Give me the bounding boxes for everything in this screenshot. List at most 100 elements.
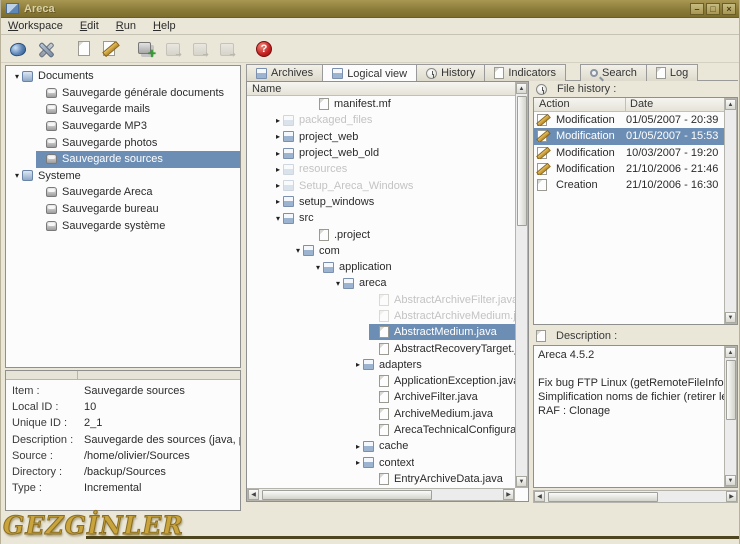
menu-item-edit[interactable]: Edit bbox=[80, 20, 99, 32]
tree-node[interactable]: Sauvegarde bureau bbox=[6, 201, 240, 218]
vscroll-thumb[interactable] bbox=[517, 96, 527, 226]
clock-icon bbox=[536, 83, 547, 95]
scroll-down-icon[interactable]: ▼ bbox=[725, 312, 736, 323]
tree-node[interactable]: ▾ Systeme bbox=[6, 168, 240, 185]
menu-item-help[interactable]: Help bbox=[153, 20, 176, 32]
tree-node[interactable]: .project bbox=[247, 226, 516, 242]
tab-search[interactable]: Search bbox=[580, 64, 647, 81]
scroll-up-icon[interactable]: ▲ bbox=[725, 347, 736, 358]
tab-indicators[interactable]: Indicators bbox=[485, 64, 567, 81]
chevron-right-icon[interactable]: ▸ bbox=[353, 442, 363, 451]
tree-node[interactable]: ArchiveMedium.java bbox=[247, 406, 516, 422]
tree-node[interactable]: Sauvegarde sources bbox=[6, 150, 240, 168]
maximize-button[interactable]: □ bbox=[706, 2, 720, 15]
tree-node[interactable]: ▾ application bbox=[247, 259, 516, 275]
name-column-label: Name bbox=[252, 82, 282, 95]
tree-node[interactable]: ▸ cache bbox=[247, 438, 516, 454]
file-tree-vscrollbar[interactable]: ▲ ▼ bbox=[515, 82, 528, 488]
file-history-row[interactable]: Modification 01/05/2007 - 15:53 bbox=[534, 128, 724, 145]
scroll-up-icon[interactable]: ▲ bbox=[725, 99, 736, 110]
chevron-down-icon[interactable]: ▾ bbox=[12, 171, 22, 180]
chevron-right-icon[interactable]: ▸ bbox=[273, 197, 283, 206]
description-text[interactable]: Areca 4.5.2 Fix bug FTP Linux (getRemote… bbox=[534, 346, 724, 487]
recover-button bbox=[160, 37, 186, 61]
chevron-down-icon[interactable]: ▾ bbox=[313, 263, 323, 272]
history-vscrollbar[interactable]: ▲ ▼ bbox=[724, 98, 737, 324]
scroll-right-icon[interactable]: ▶ bbox=[503, 489, 514, 500]
file-history-row[interactable]: Creation 21/10/2006 - 16:30 bbox=[534, 177, 724, 193]
action-column-header[interactable]: Action bbox=[534, 98, 626, 111]
hscroll-thumb[interactable] bbox=[548, 492, 658, 502]
hscroll-thumb[interactable] bbox=[262, 490, 432, 500]
open-workspace-button[interactable] bbox=[5, 37, 31, 61]
chevron-right-icon[interactable]: ▸ bbox=[273, 116, 283, 125]
chevron-down-icon[interactable]: ▾ bbox=[333, 279, 343, 288]
file-history-row[interactable]: Modification 01/05/2007 - 20:39 bbox=[534, 112, 724, 128]
date-column-header[interactable]: Date bbox=[626, 98, 653, 111]
file-tree-hscrollbar[interactable]: ◀ ▶ bbox=[247, 488, 515, 501]
tree-node[interactable]: ▸ project_web_old bbox=[247, 145, 516, 161]
scroll-up-icon[interactable]: ▲ bbox=[516, 83, 527, 94]
close-button[interactable]: × bbox=[722, 2, 736, 15]
title-bar[interactable]: Areca – □ × bbox=[1, 0, 739, 18]
name-column-header[interactable]: Name bbox=[247, 82, 515, 96]
tab-logical-view[interactable]: Logical view bbox=[323, 64, 418, 82]
scroll-left-icon[interactable]: ◀ bbox=[248, 489, 259, 500]
tree-node[interactable]: ▸ resources bbox=[247, 161, 516, 177]
edit-target-button[interactable] bbox=[96, 37, 122, 61]
chevron-down-icon[interactable]: ▾ bbox=[12, 72, 22, 81]
tree-node[interactable]: ▸ packaged_files bbox=[247, 112, 516, 128]
tree-node[interactable]: ▸ adapters bbox=[247, 357, 516, 373]
chevron-right-icon[interactable]: ▸ bbox=[353, 360, 363, 369]
scroll-down-icon[interactable]: ▼ bbox=[725, 475, 736, 486]
preferences-button[interactable] bbox=[32, 37, 58, 61]
file-history-row[interactable]: Modification 21/10/2006 - 21:46 bbox=[534, 161, 724, 177]
new-target-button[interactable] bbox=[69, 37, 95, 61]
scroll-left-icon[interactable]: ◀ bbox=[534, 491, 545, 502]
menu-item-workspace[interactable]: Workspace bbox=[8, 20, 63, 32]
menu-item-run[interactable]: Run bbox=[116, 20, 136, 32]
tree-node[interactable]: Sauvegarde mails bbox=[6, 101, 240, 118]
tree-node[interactable]: ▾ com bbox=[247, 243, 516, 259]
tree-node[interactable]: Sauvegarde MP3 bbox=[6, 118, 240, 135]
tree-node[interactable]: AbstractArchiveFilter.java bbox=[247, 292, 516, 308]
tree-node[interactable]: ▸ Setup_Areca_Windows bbox=[247, 177, 516, 193]
vscroll-thumb[interactable] bbox=[726, 360, 736, 420]
help-button[interactable]: ? bbox=[251, 37, 277, 61]
tree-node[interactable]: ▸ setup_windows bbox=[247, 194, 516, 210]
tree-node[interactable]: manifest.mf bbox=[247, 96, 516, 112]
tree-node[interactable]: ArchiveFilter.java bbox=[247, 389, 516, 405]
tree-node[interactable]: Sauvegarde Areca bbox=[6, 184, 240, 201]
chevron-right-icon[interactable]: ▸ bbox=[273, 165, 283, 174]
description-hscrollbar[interactable]: ◀ ▶ bbox=[533, 490, 738, 503]
tree-node[interactable]: ▸ project_web bbox=[247, 129, 516, 145]
description-vscrollbar[interactable]: ▲ ▼ bbox=[724, 346, 737, 487]
file-history-row[interactable]: Modification 10/03/2007 - 19:20 bbox=[534, 145, 724, 161]
tree-node[interactable]: ▾ src bbox=[247, 210, 516, 226]
chevron-down-icon[interactable]: ▾ bbox=[273, 214, 283, 223]
chevron-right-icon[interactable]: ▸ bbox=[273, 132, 283, 141]
chevron-right-icon[interactable]: ▸ bbox=[353, 458, 363, 467]
minimize-button[interactable]: – bbox=[690, 2, 704, 15]
chevron-right-icon[interactable]: ▸ bbox=[273, 181, 283, 190]
chevron-right-icon[interactable]: ▸ bbox=[273, 149, 283, 158]
tree-node[interactable]: ▸ context bbox=[247, 455, 516, 471]
scroll-down-icon[interactable]: ▼ bbox=[516, 476, 527, 487]
tree-node[interactable]: Sauvegarde générale documents bbox=[6, 85, 240, 102]
tree-node[interactable]: EntryArchiveData.java bbox=[247, 471, 516, 487]
tree-node[interactable]: AbstractRecoveryTarget.java bbox=[247, 340, 516, 356]
tree-node[interactable]: ApplicationException.java bbox=[247, 373, 516, 389]
tree-node[interactable]: AbstractMedium.java bbox=[247, 324, 516, 341]
tree-node[interactable]: ▾ Documents bbox=[6, 68, 240, 85]
tree-node[interactable]: ArecaTechnicalConfiguration.java bbox=[247, 422, 516, 438]
scroll-right-icon[interactable]: ▶ bbox=[726, 491, 737, 502]
tree-node[interactable]: ▾ areca bbox=[247, 275, 516, 291]
tab-archives[interactable]: Archives bbox=[246, 64, 324, 81]
backup-button[interactable] bbox=[133, 37, 159, 61]
tree-node[interactable]: Sauvegarde système bbox=[6, 217, 240, 234]
tab-history[interactable]: History bbox=[417, 64, 486, 81]
tree-node[interactable]: Sauvegarde photos bbox=[6, 134, 240, 151]
tree-node[interactable]: AbstractArchiveMedium.java bbox=[247, 308, 516, 324]
tab-log[interactable]: Log bbox=[646, 64, 699, 81]
chevron-down-icon[interactable]: ▾ bbox=[293, 246, 303, 255]
